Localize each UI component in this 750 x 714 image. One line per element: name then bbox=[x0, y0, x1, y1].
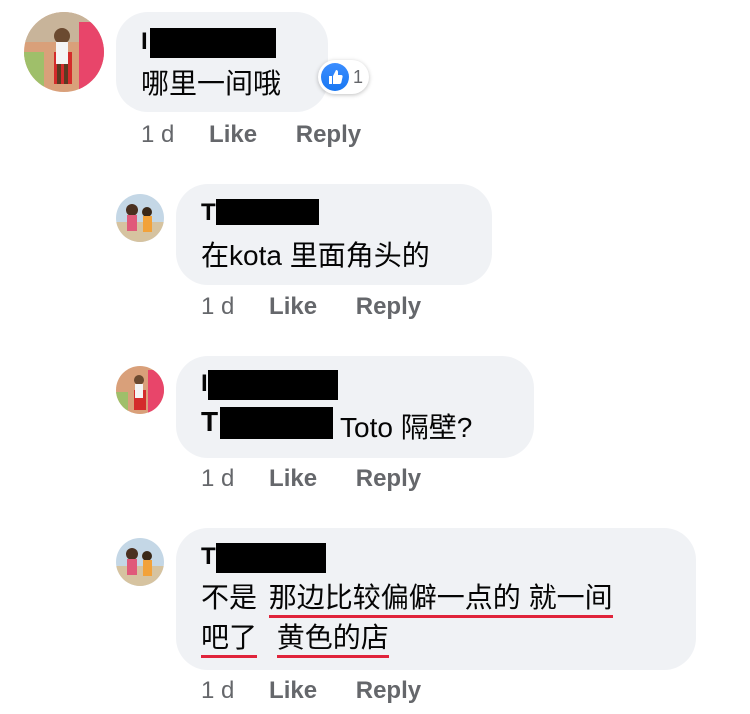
comment-text: Toto 隔壁? bbox=[340, 412, 473, 443]
redacted-name bbox=[150, 28, 276, 58]
avatar[interactable] bbox=[116, 538, 164, 586]
comment-actions: 1 d Like Reply bbox=[201, 465, 421, 493]
reaction-count: 1 bbox=[353, 66, 364, 87]
like-button[interactable]: Like bbox=[209, 121, 257, 148]
redacted-name bbox=[216, 543, 326, 573]
comment-actions: 1 d Like Reply bbox=[201, 293, 421, 321]
comment-text: 哪里一间哦 bbox=[141, 68, 282, 99]
mention-tag[interactable]: T bbox=[201, 406, 218, 438]
like-button[interactable]: Like bbox=[269, 293, 317, 320]
comment-text-line-1: 不是 那边比较偏僻一点的 就一间 bbox=[201, 576, 613, 618]
thumbs-up-icon bbox=[321, 63, 349, 91]
redacted-name bbox=[216, 199, 319, 225]
comment-actions: 1 d Like Reply bbox=[201, 677, 421, 705]
underlined-text: 黄色的店 bbox=[276, 622, 389, 658]
reply-button[interactable]: Reply bbox=[356, 677, 421, 704]
commenter-name[interactable]: T bbox=[201, 199, 216, 227]
avatar[interactable] bbox=[116, 194, 164, 242]
redacted-name bbox=[208, 370, 338, 400]
underlined-text: 吧了 bbox=[201, 622, 258, 658]
timestamp[interactable]: 1 d bbox=[141, 121, 174, 148]
timestamp[interactable]: 1 d bbox=[201, 677, 234, 704]
reply-button[interactable]: Reply bbox=[296, 121, 361, 148]
commenter-name[interactable]: I bbox=[201, 370, 208, 398]
comment-actions: 1 d Like Reply bbox=[141, 121, 361, 149]
like-button[interactable]: Like bbox=[269, 677, 317, 704]
comment-text: 在kota 里面角头的 bbox=[201, 240, 430, 271]
timestamp[interactable]: 1 d bbox=[201, 465, 234, 492]
like-button[interactable]: Like bbox=[269, 465, 317, 492]
redacted-mention bbox=[220, 407, 333, 439]
reply-button[interactable]: Reply bbox=[356, 293, 421, 320]
commenter-name[interactable]: T bbox=[201, 543, 216, 571]
reply-button[interactable]: Reply bbox=[356, 465, 421, 492]
commenter-name[interactable]: I bbox=[141, 28, 148, 56]
reaction-badge[interactable]: 1 bbox=[318, 60, 370, 94]
comment-text-segment: 不是 bbox=[201, 582, 258, 613]
avatar[interactable] bbox=[116, 366, 164, 414]
avatar[interactable] bbox=[24, 12, 104, 92]
timestamp[interactable]: 1 d bbox=[201, 293, 234, 320]
underlined-text: 那边比较偏僻一点的 就一间 bbox=[268, 582, 613, 618]
comment-text-line-2: 吧了 黄色的店 bbox=[201, 616, 389, 658]
